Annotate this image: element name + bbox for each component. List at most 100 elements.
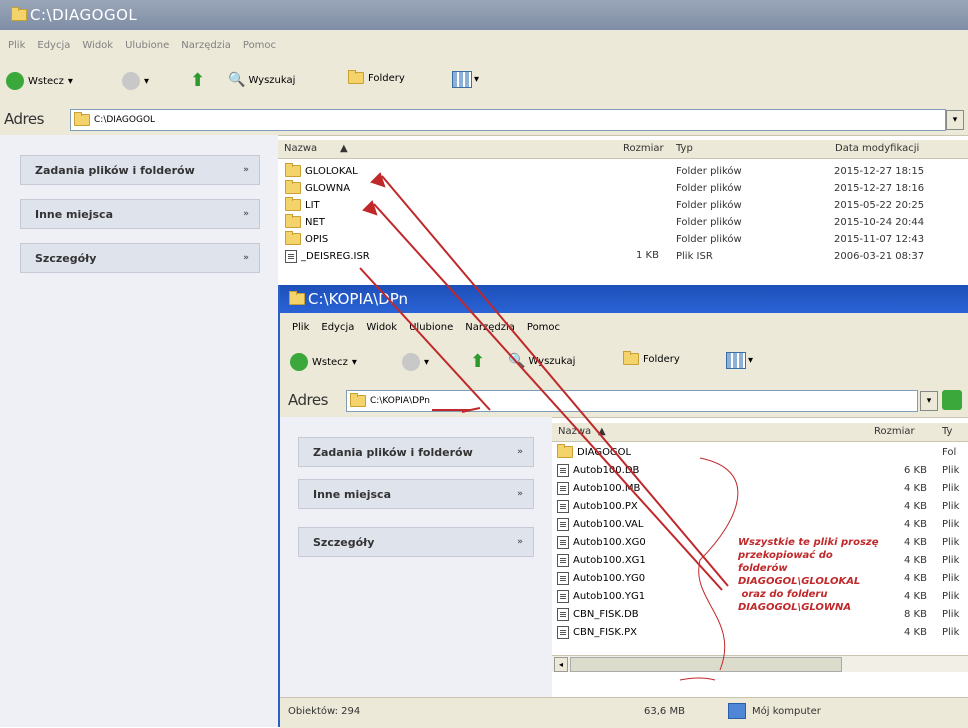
- list-item[interactable]: Autob100.YG1: [554, 589, 645, 603]
- back-arrow-icon: [6, 72, 24, 90]
- collapse-icon: »: [517, 537, 523, 547]
- search-icon: 🔍: [508, 353, 526, 369]
- task-details[interactable]: Szczegóły»: [20, 243, 260, 273]
- file-type: Folder plików: [676, 217, 742, 228]
- menu-tools[interactable]: Narzędzia: [465, 322, 515, 333]
- file-icon: [557, 535, 569, 549]
- column-name[interactable]: Nazwa: [284, 143, 317, 154]
- front-window-titlebar[interactable]: C:\KOPIA\DPn: [280, 285, 968, 313]
- file-icon: [557, 517, 569, 531]
- list-item[interactable]: GLOLOKAL: [282, 163, 358, 178]
- chevron-down-icon: ▾: [748, 355, 754, 366]
- menu-view[interactable]: Widok: [366, 322, 397, 333]
- back-window-titlebar[interactable]: C:\DIAGOGOL: [0, 0, 968, 30]
- back-window-addressbar: Adres C:\DIAGOGOL ▾: [0, 105, 968, 136]
- search-icon: 🔍: [228, 72, 246, 88]
- menu-help[interactable]: Pomoc: [243, 40, 276, 51]
- list-item[interactable]: Autob100.PX: [554, 499, 638, 513]
- column-type[interactable]: Ty: [942, 426, 952, 437]
- file-icon: [285, 249, 297, 263]
- front-window: C:\KOPIA\DPn Plik Edycja Widok Ulubione …: [278, 285, 968, 728]
- menu-edit[interactable]: Edycja: [37, 40, 70, 51]
- horizontal-scrollbar[interactable]: ◂: [552, 655, 968, 672]
- file-type: Folder plików: [676, 166, 742, 177]
- status-object-count: Obiektów: 294: [288, 706, 361, 717]
- scroll-thumb[interactable]: [570, 657, 842, 672]
- file-icon: [557, 463, 569, 477]
- menu-view[interactable]: Widok: [82, 40, 113, 51]
- menu-tools[interactable]: Narzędzia: [181, 40, 231, 51]
- sort-arrow-icon: ▲: [598, 426, 606, 437]
- file-modified: 2015-12-27 18:16: [834, 183, 925, 194]
- computer-icon: [728, 703, 746, 719]
- list-item[interactable]: Autob100.XG1: [554, 553, 646, 567]
- forward-button[interactable]: ▾: [402, 353, 429, 371]
- search-button[interactable]: 🔍 Wyszukaj: [508, 353, 575, 369]
- back-button[interactable]: Wstecz ▾: [290, 353, 357, 371]
- menu-favorites[interactable]: Ulubione: [125, 40, 169, 51]
- go-button[interactable]: [942, 390, 962, 410]
- folder-icon: [350, 393, 366, 407]
- task-file-folder[interactable]: Zadania plików i folderów»: [20, 155, 260, 185]
- folder-icon: [285, 231, 301, 245]
- list-item[interactable]: OPIS: [282, 231, 328, 246]
- front-window-toolbar: Wstecz ▾ ▾ ⬆ 🔍 Wyszukaj Foldery ▾: [280, 341, 968, 386]
- column-name[interactable]: Nazwa: [558, 426, 591, 437]
- task-file-folder[interactable]: Zadania plików i folderów»: [298, 437, 534, 467]
- file-icon: [557, 499, 569, 513]
- folders-button[interactable]: Foldery: [345, 70, 405, 84]
- file-type: Plik: [942, 537, 960, 548]
- address-field[interactable]: C:\DIAGOGOL: [70, 109, 946, 131]
- list-item[interactable]: LIT: [282, 197, 320, 212]
- up-arrow-icon: ⬆: [470, 351, 486, 372]
- task-details[interactable]: Szczegóły»: [298, 527, 534, 557]
- search-button[interactable]: 🔍 Wyszukaj: [228, 72, 295, 88]
- file-size: 4 KB: [904, 537, 927, 548]
- list-item[interactable]: Autob100.XG0: [554, 535, 646, 549]
- list-item[interactable]: DIAGOGOL: [554, 444, 631, 459]
- collapse-icon: »: [243, 209, 249, 219]
- address-dropdown-button[interactable]: ▾: [946, 110, 964, 130]
- task-other-places[interactable]: Inne miejsca»: [298, 479, 534, 509]
- list-item[interactable]: Autob100.MB: [554, 481, 640, 495]
- views-button[interactable]: ▾: [452, 71, 479, 88]
- file-size: 8 KB: [904, 609, 927, 620]
- menu-help[interactable]: Pomoc: [527, 322, 560, 333]
- folder-icon: [557, 444, 573, 458]
- list-item[interactable]: GLOWNA: [282, 180, 350, 195]
- list-item[interactable]: CBN_FISK.PX: [554, 625, 637, 639]
- menu-edit[interactable]: Edycja: [321, 322, 354, 333]
- file-type: Plik: [942, 519, 960, 530]
- forward-button[interactable]: ▾: [122, 72, 149, 90]
- menu-favorites[interactable]: Ulubione: [409, 322, 453, 333]
- views-icon: [726, 352, 746, 369]
- chevron-down-icon: ▾: [144, 75, 150, 87]
- column-size[interactable]: Rozmiar: [874, 426, 915, 437]
- menu-file[interactable]: Plik: [8, 40, 25, 51]
- chevron-down-icon: ▾: [67, 75, 73, 87]
- column-modified[interactable]: Data modyfikacji: [835, 143, 919, 154]
- address-field[interactable]: C:\KOPIA\DPn: [346, 390, 918, 412]
- up-folder-button[interactable]: ⬆: [470, 351, 485, 372]
- column-size[interactable]: Rozmiar: [623, 143, 664, 154]
- address-dropdown-button[interactable]: ▾: [920, 391, 938, 411]
- scroll-left-icon[interactable]: ◂: [554, 657, 568, 672]
- list-item[interactable]: _DEISREG.ISR: [282, 249, 370, 263]
- views-button[interactable]: ▾: [726, 352, 753, 369]
- back-button[interactable]: Wstecz ▾: [6, 72, 73, 90]
- column-type[interactable]: Typ: [676, 143, 693, 154]
- menu-file[interactable]: Plik: [292, 322, 309, 333]
- list-item[interactable]: NET: [282, 214, 325, 229]
- file-size: 4 KB: [904, 519, 927, 530]
- folders-button[interactable]: Foldery: [620, 351, 680, 365]
- list-item[interactable]: Autob100.YG0: [554, 571, 645, 585]
- collapse-icon: »: [517, 447, 523, 457]
- task-other-places[interactable]: Inne miejsca»: [20, 199, 260, 229]
- file-icon: [557, 589, 569, 603]
- up-folder-button[interactable]: ⬆: [190, 70, 205, 91]
- chevron-down-icon: ▾: [424, 356, 430, 368]
- list-item[interactable]: Autob100.DB: [554, 463, 639, 477]
- forward-arrow-icon: [402, 353, 420, 371]
- list-item[interactable]: Autob100.VAL: [554, 517, 643, 531]
- list-item[interactable]: CBN_FISK.DB: [554, 607, 639, 621]
